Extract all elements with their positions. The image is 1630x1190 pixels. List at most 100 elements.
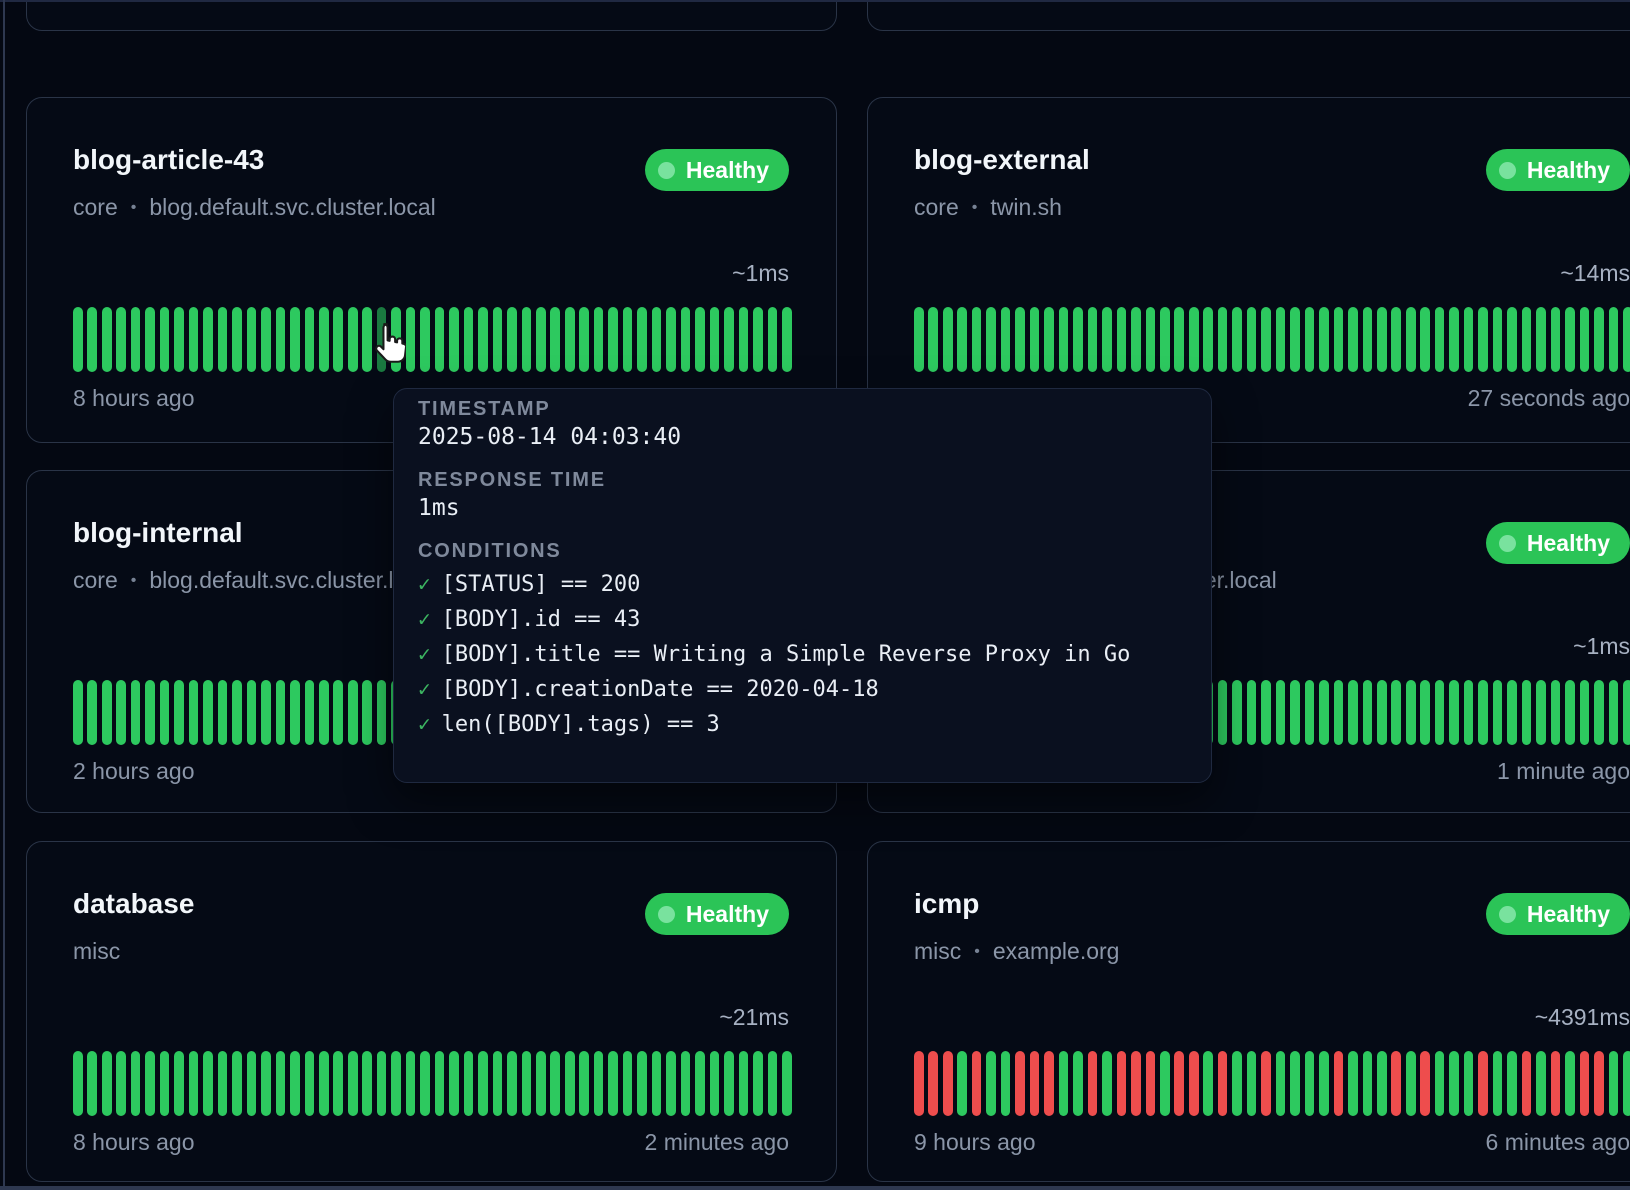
history-bar[interactable] [145,680,155,745]
history-bar[interactable] [1059,307,1069,372]
history-bar[interactable] [1160,307,1170,372]
history-bar[interactable] [102,307,112,372]
history-bar[interactable] [102,1051,112,1116]
history-bar[interactable] [652,1051,662,1116]
history-bar[interactable] [362,1051,372,1116]
history-bar[interactable] [1218,680,1228,745]
history-bar[interactable] [1580,680,1590,745]
history-bar[interactable] [1232,1051,1242,1116]
history-bar[interactable] [507,1051,517,1116]
history-bar[interactable] [160,680,170,745]
history-bar[interactable] [579,1051,589,1116]
history-bar[interactable] [914,307,924,372]
history-bar[interactable] [579,307,589,372]
history-bar[interactable] [1102,1051,1112,1116]
history-bar[interactable] [1551,680,1561,745]
history-bar[interactable] [1363,680,1373,745]
history-bar[interactable] [333,680,343,745]
history-bar[interactable] [1377,307,1387,372]
history-bar[interactable] [1377,1051,1387,1116]
history-bar[interactable] [218,1051,228,1116]
history-bar[interactable] [174,1051,184,1116]
history-bar[interactable] [1594,307,1604,372]
history-bar[interactable] [1290,1051,1300,1116]
history-bar[interactable] [290,680,300,745]
history-bar[interactable] [710,307,720,372]
history-bar[interactable] [1146,307,1156,372]
history-bar[interactable] [1232,307,1242,372]
history-bar[interactable] [522,307,532,372]
history-bar[interactable] [1507,1051,1517,1116]
history-bar[interactable] [1261,1051,1271,1116]
history-bar[interactable] [305,1051,315,1116]
history-bar[interactable] [710,1051,720,1116]
history-bar[interactable] [536,1051,546,1116]
history-bar[interactable] [1464,1051,1474,1116]
history-bar[interactable] [218,307,228,372]
history-bar[interactable] [1420,307,1430,372]
history-bar[interactable] [1131,1051,1141,1116]
history-bar[interactable] [174,680,184,745]
history-bar[interactable] [972,307,982,372]
history-bar[interactable] [1334,307,1344,372]
history-bar[interactable] [1594,680,1604,745]
history-bar[interactable] [174,307,184,372]
history-bar[interactable] [1478,1051,1488,1116]
history-bar[interactable] [1276,1051,1286,1116]
history-bar[interactable] [550,307,560,372]
history-bar[interactable] [943,1051,953,1116]
history-bar[interactable] [1609,680,1619,745]
history-bar[interactable] [1073,1051,1083,1116]
history-bar[interactable] [189,307,199,372]
history-bar[interactable] [724,1051,734,1116]
history-bar[interactable] [276,680,286,745]
history-bar[interactable] [189,680,199,745]
history-bar[interactable] [261,1051,271,1116]
history-bar[interactable] [116,680,126,745]
history-bar[interactable] [608,307,618,372]
history-bar[interactable] [1189,1051,1199,1116]
history-bar[interactable] [464,1051,474,1116]
history-bar[interactable] [333,1051,343,1116]
history-bar[interactable] [1435,680,1445,745]
history-bar[interactable] [131,680,141,745]
history-bar[interactable] [1247,680,1257,745]
endpoint-card[interactable]: icmpmisc•example.orgHealthy~4391ms9 hour… [867,841,1630,1182]
history-bar[interactable] [73,1051,83,1116]
history-bar[interactable] [914,1051,924,1116]
history-bar[interactable] [637,307,647,372]
history-bar[interactable] [87,680,97,745]
history-bar[interactable] [623,1051,633,1116]
history-bar[interactable] [565,307,575,372]
history-bar[interactable] [1377,680,1387,745]
history-bar[interactable] [972,1051,982,1116]
history-bar[interactable] [507,307,517,372]
history-bar[interactable] [1565,1051,1575,1116]
history-bar[interactable] [1348,680,1358,745]
history-bar[interactable] [87,307,97,372]
history-bar[interactable] [1247,307,1257,372]
history-bar[interactable] [1030,307,1040,372]
history-bar[interactable] [1464,307,1474,372]
history-bar[interactable] [1001,307,1011,372]
history-bar[interactable] [319,1051,329,1116]
history-bar[interactable] [1044,1051,1054,1116]
history-bar[interactable] [594,1051,604,1116]
history-bar[interactable] [203,1051,213,1116]
history-bar[interactable] [1319,680,1329,745]
history-bar[interactable] [1189,307,1199,372]
history-bar[interactable] [1174,307,1184,372]
history-bar[interactable] [1551,1051,1561,1116]
history-bar[interactable] [493,307,503,372]
history-bar[interactable] [1305,680,1315,745]
history-bar[interactable] [1290,680,1300,745]
history-bar[interactable] [1015,1051,1025,1116]
history-bar[interactable] [1073,307,1083,372]
history-bar[interactable] [957,307,967,372]
history-bar[interactable] [1623,680,1630,745]
history-bar[interactable] [232,1051,242,1116]
history-bar[interactable] [695,1051,705,1116]
history-bar[interactable] [753,1051,763,1116]
history-bar[interactable] [1276,307,1286,372]
history-bar[interactable] [1117,1051,1127,1116]
